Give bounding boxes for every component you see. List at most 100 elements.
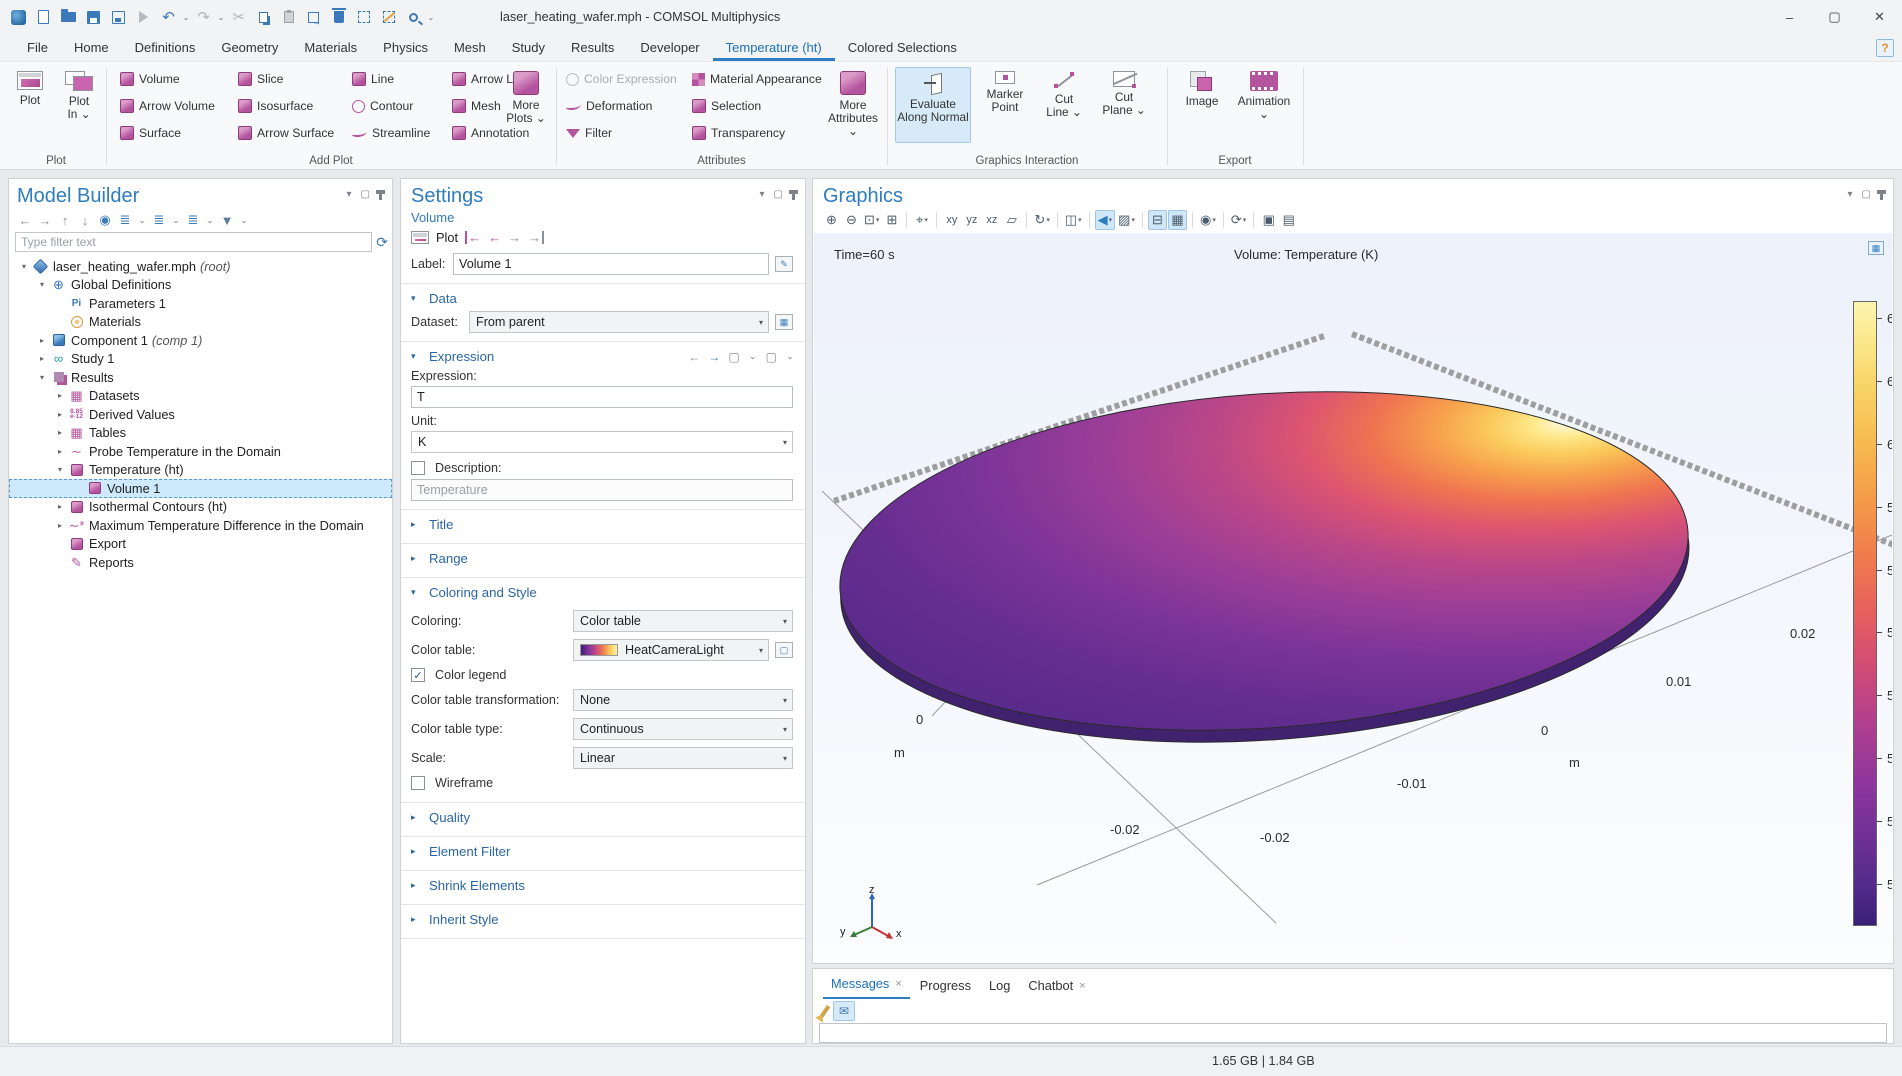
- clear-messages-icon[interactable]: [820, 1005, 831, 1018]
- add-dataset-icon[interactable]: ▦: [775, 314, 793, 330]
- evaluate-along-normal-button[interactable]: Evaluate Along Normal: [895, 67, 971, 143]
- close-icon[interactable]: ×: [895, 978, 901, 990]
- section-quality[interactable]: ▸Quality: [401, 803, 805, 828]
- tab-study[interactable]: Study: [499, 34, 558, 61]
- color-table-transformation-dropdown[interactable]: None▾: [573, 689, 793, 711]
- section-shrink-elements[interactable]: ▸Shrink Elements: [401, 871, 805, 896]
- tree-item-tables[interactable]: ▸▦Tables: [9, 424, 392, 443]
- add-arrow-volume-button[interactable]: Arrow Volume: [120, 95, 215, 117]
- tree-item-study[interactable]: ▸∞Study 1: [9, 350, 392, 369]
- more-attributes-button[interactable]: More Attributes ⌄: [822, 67, 884, 143]
- dataset-dropdown[interactable]: From parent▾: [469, 311, 769, 333]
- next-plot-icon[interactable]: →: [508, 231, 521, 244]
- run-button[interactable]: [131, 5, 156, 29]
- tree-item-isothermal-contours[interactable]: ▸Isothermal Contours (ht): [9, 498, 392, 517]
- show-grid-icon[interactable]: ⊟: [1148, 210, 1167, 230]
- export-image-button[interactable]: Image: [1177, 67, 1227, 143]
- add-slice-button[interactable]: Slice: [238, 68, 283, 90]
- zoom-extents-icon[interactable]: ⊞: [882, 210, 901, 230]
- collapse-tree-icon[interactable]: ≣: [151, 212, 167, 228]
- tree-item-reports[interactable]: ✎Reports: [9, 553, 392, 572]
- new-file-button[interactable]: [31, 5, 56, 29]
- quick-access-customize[interactable]: ⌄: [426, 13, 436, 22]
- tab-log[interactable]: Log: [981, 978, 1018, 999]
- section-data[interactable]: ▾Data: [401, 284, 805, 309]
- tab-materials[interactable]: Materials: [291, 34, 370, 61]
- select-box-button[interactable]: [351, 5, 376, 29]
- tree-item-materials[interactable]: Materials: [9, 313, 392, 332]
- add-line-button[interactable]: Line: [352, 68, 394, 90]
- expand-tree-icon[interactable]: ≣: [117, 212, 133, 228]
- tree-item-component[interactable]: ▸Component 1(comp 1): [9, 331, 392, 350]
- color-table-type-dropdown[interactable]: Continuous▾: [573, 718, 793, 740]
- copy-button[interactable]: [251, 5, 276, 29]
- section-element-filter[interactable]: ▸Element Filter: [401, 837, 805, 862]
- scene-light-icon[interactable]: ◫▾: [1063, 210, 1084, 230]
- marker-point-button[interactable]: Marker Point: [979, 67, 1031, 143]
- replace-expression-icon[interactable]: ←: [688, 350, 700, 364]
- sound-icon[interactable]: ◀▾: [1095, 210, 1116, 230]
- undo-button[interactable]: ↶: [156, 5, 181, 29]
- rename-icon[interactable]: ✎: [775, 256, 793, 272]
- scale-dropdown[interactable]: Linear▾: [573, 747, 793, 769]
- plot-in-button[interactable]: Plot In ⌄: [56, 67, 102, 143]
- collapse-dropdown[interactable]: ⌄: [171, 216, 181, 225]
- pin-icon[interactable]: [792, 190, 795, 200]
- close-button[interactable]: ✕: [1857, 0, 1902, 34]
- tab-results[interactable]: Results: [558, 34, 627, 61]
- add-surface-button[interactable]: Surface: [120, 122, 181, 144]
- tab-file[interactable]: File: [14, 34, 61, 61]
- wireframe-checkbox[interactable]: [411, 776, 425, 790]
- material-appearance-button[interactable]: Material Appearance: [692, 68, 822, 90]
- cut-plane-button[interactable]: Cut Plane ⌄: [1097, 67, 1151, 143]
- view-xz-icon[interactable]: xz: [982, 210, 1001, 230]
- plot-button[interactable]: Plot: [8, 67, 52, 143]
- refresh-icon[interactable]: ⟳: [376, 234, 388, 251]
- go-forward-icon[interactable]: →: [37, 213, 53, 228]
- view-yz-icon[interactable]: yz: [962, 210, 981, 230]
- zoom-in-icon[interactable]: ⊕: [822, 210, 841, 230]
- graphics-canvas[interactable]: Time=60 s Volume: Temperature (K) ▦ 0 m …: [814, 233, 1892, 962]
- tree-item-datasets[interactable]: ▸▦Datasets: [9, 387, 392, 406]
- tab-temperature-ht[interactable]: Temperature (ht): [713, 34, 835, 61]
- tab-colored-selections[interactable]: Colored Selections: [835, 34, 970, 61]
- pin-icon[interactable]: [1880, 190, 1883, 200]
- plot-thumbnail-icon[interactable]: ▦: [1868, 241, 1884, 255]
- show-legend-icon[interactable]: ▦: [1168, 210, 1187, 230]
- move-up-icon[interactable]: ↑: [57, 213, 73, 228]
- tree-item-volume-1[interactable]: Volume 1: [9, 479, 392, 498]
- select-mode-icon[interactable]: ◉▾: [1198, 210, 1218, 230]
- cut-line-button[interactable]: Cut Line ⌄: [1039, 67, 1089, 143]
- add-mesh-button[interactable]: Mesh: [452, 95, 501, 117]
- selection-button[interactable]: Selection: [692, 95, 761, 117]
- add-arrow-surface-button[interactable]: Arrow Surface: [238, 122, 334, 144]
- duplicate-button[interactable]: [301, 5, 326, 29]
- settings-plot-button[interactable]: Plot: [436, 230, 458, 245]
- tree-item-root[interactable]: ▾laser_heating_wafer.mph(root): [9, 257, 392, 276]
- columns-icon[interactable]: ≣: [185, 212, 201, 228]
- zoom-out-icon[interactable]: ⊖: [842, 210, 861, 230]
- paste-button[interactable]: [276, 5, 301, 29]
- tab-physics[interactable]: Physics: [370, 34, 441, 61]
- columns-dropdown[interactable]: ⌄: [205, 216, 215, 225]
- minimize-button[interactable]: –: [1767, 0, 1812, 34]
- panel-menu-icon[interactable]: ▾: [760, 189, 765, 200]
- zoom-box-icon[interactable]: ⊡▾: [862, 210, 881, 230]
- tree-item-max-temp-difference[interactable]: ▸∼*Maximum Temperature Difference in the…: [9, 516, 392, 535]
- tab-geometry[interactable]: Geometry: [208, 34, 291, 61]
- filter-dropdown[interactable]: ⌄: [239, 216, 249, 225]
- snapshot-icon[interactable]: ▣: [1259, 210, 1278, 230]
- tab-developer[interactable]: Developer: [627, 34, 712, 61]
- insert-expression-icon[interactable]: →: [708, 350, 720, 364]
- tab-messages[interactable]: Messages×: [823, 976, 910, 999]
- delete-button[interactable]: [326, 5, 351, 29]
- panel-menu-icon[interactable]: ▾: [1848, 189, 1853, 200]
- more-plots-button[interactable]: More Plots ⌄: [500, 67, 552, 143]
- add-isosurface-button[interactable]: Isosurface: [238, 95, 313, 117]
- tree-item-global-definitions[interactable]: ▾⊕Global Definitions: [9, 276, 392, 295]
- tree-filter-input[interactable]: [15, 232, 372, 252]
- transparency-icon[interactable]: ▨▾: [1116, 210, 1137, 230]
- tree-item-probe-temperature[interactable]: ▸∼Probe Temperature in the Domain: [9, 442, 392, 461]
- float-panel-icon[interactable]: ▢: [361, 189, 370, 200]
- tab-progress[interactable]: Progress: [912, 978, 979, 999]
